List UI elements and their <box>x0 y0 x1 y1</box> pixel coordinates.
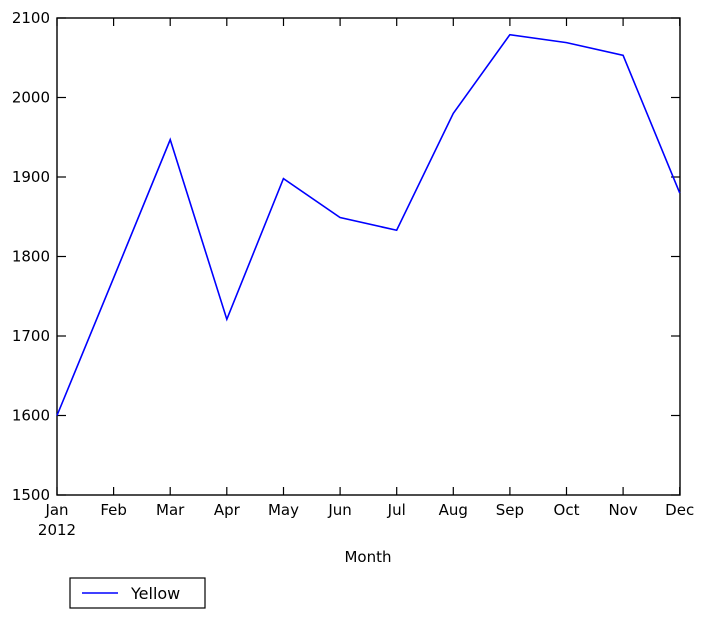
x-axis-year-label: 2012 <box>38 521 76 539</box>
x-tick-label: Nov <box>608 501 637 519</box>
x-tick-label: Sep <box>496 501 524 519</box>
x-tick-label: Jul <box>387 501 406 519</box>
x-axis-title: Month <box>344 548 391 566</box>
y-tick-label: 2100 <box>12 9 50 27</box>
y-tick-label: 1900 <box>12 168 50 186</box>
chart-figure: 1500 1600 1700 1800 1900 2000 2100 Jan 2… <box>0 0 703 621</box>
line-chart-canvas: 1500 1600 1700 1800 1900 2000 2100 Jan 2… <box>12 9 694 609</box>
y-tick-label: 1600 <box>12 407 50 425</box>
x-tick-label: Jun <box>327 501 351 519</box>
y-tick-label: 2000 <box>12 89 50 107</box>
chart-legend[interactable]: Yellow <box>69 577 206 609</box>
x-tick-label: Oct <box>554 501 580 519</box>
x-tick-label: Aug <box>439 501 468 519</box>
x-tick-label: Feb <box>100 501 127 519</box>
x-tick-label: Dec <box>665 501 694 519</box>
y-tick-label: 1800 <box>12 248 50 266</box>
x-tick-label: May <box>268 501 299 519</box>
y-tick-label: 1700 <box>12 327 50 345</box>
x-tick-label: Apr <box>214 501 241 519</box>
plot-area-background <box>57 18 680 495</box>
legend-label-yellow: Yellow <box>130 584 180 603</box>
x-tick-label: Jan <box>44 501 68 519</box>
y-tick-label: 1500 <box>12 486 50 504</box>
x-tick-label: Mar <box>156 501 185 519</box>
